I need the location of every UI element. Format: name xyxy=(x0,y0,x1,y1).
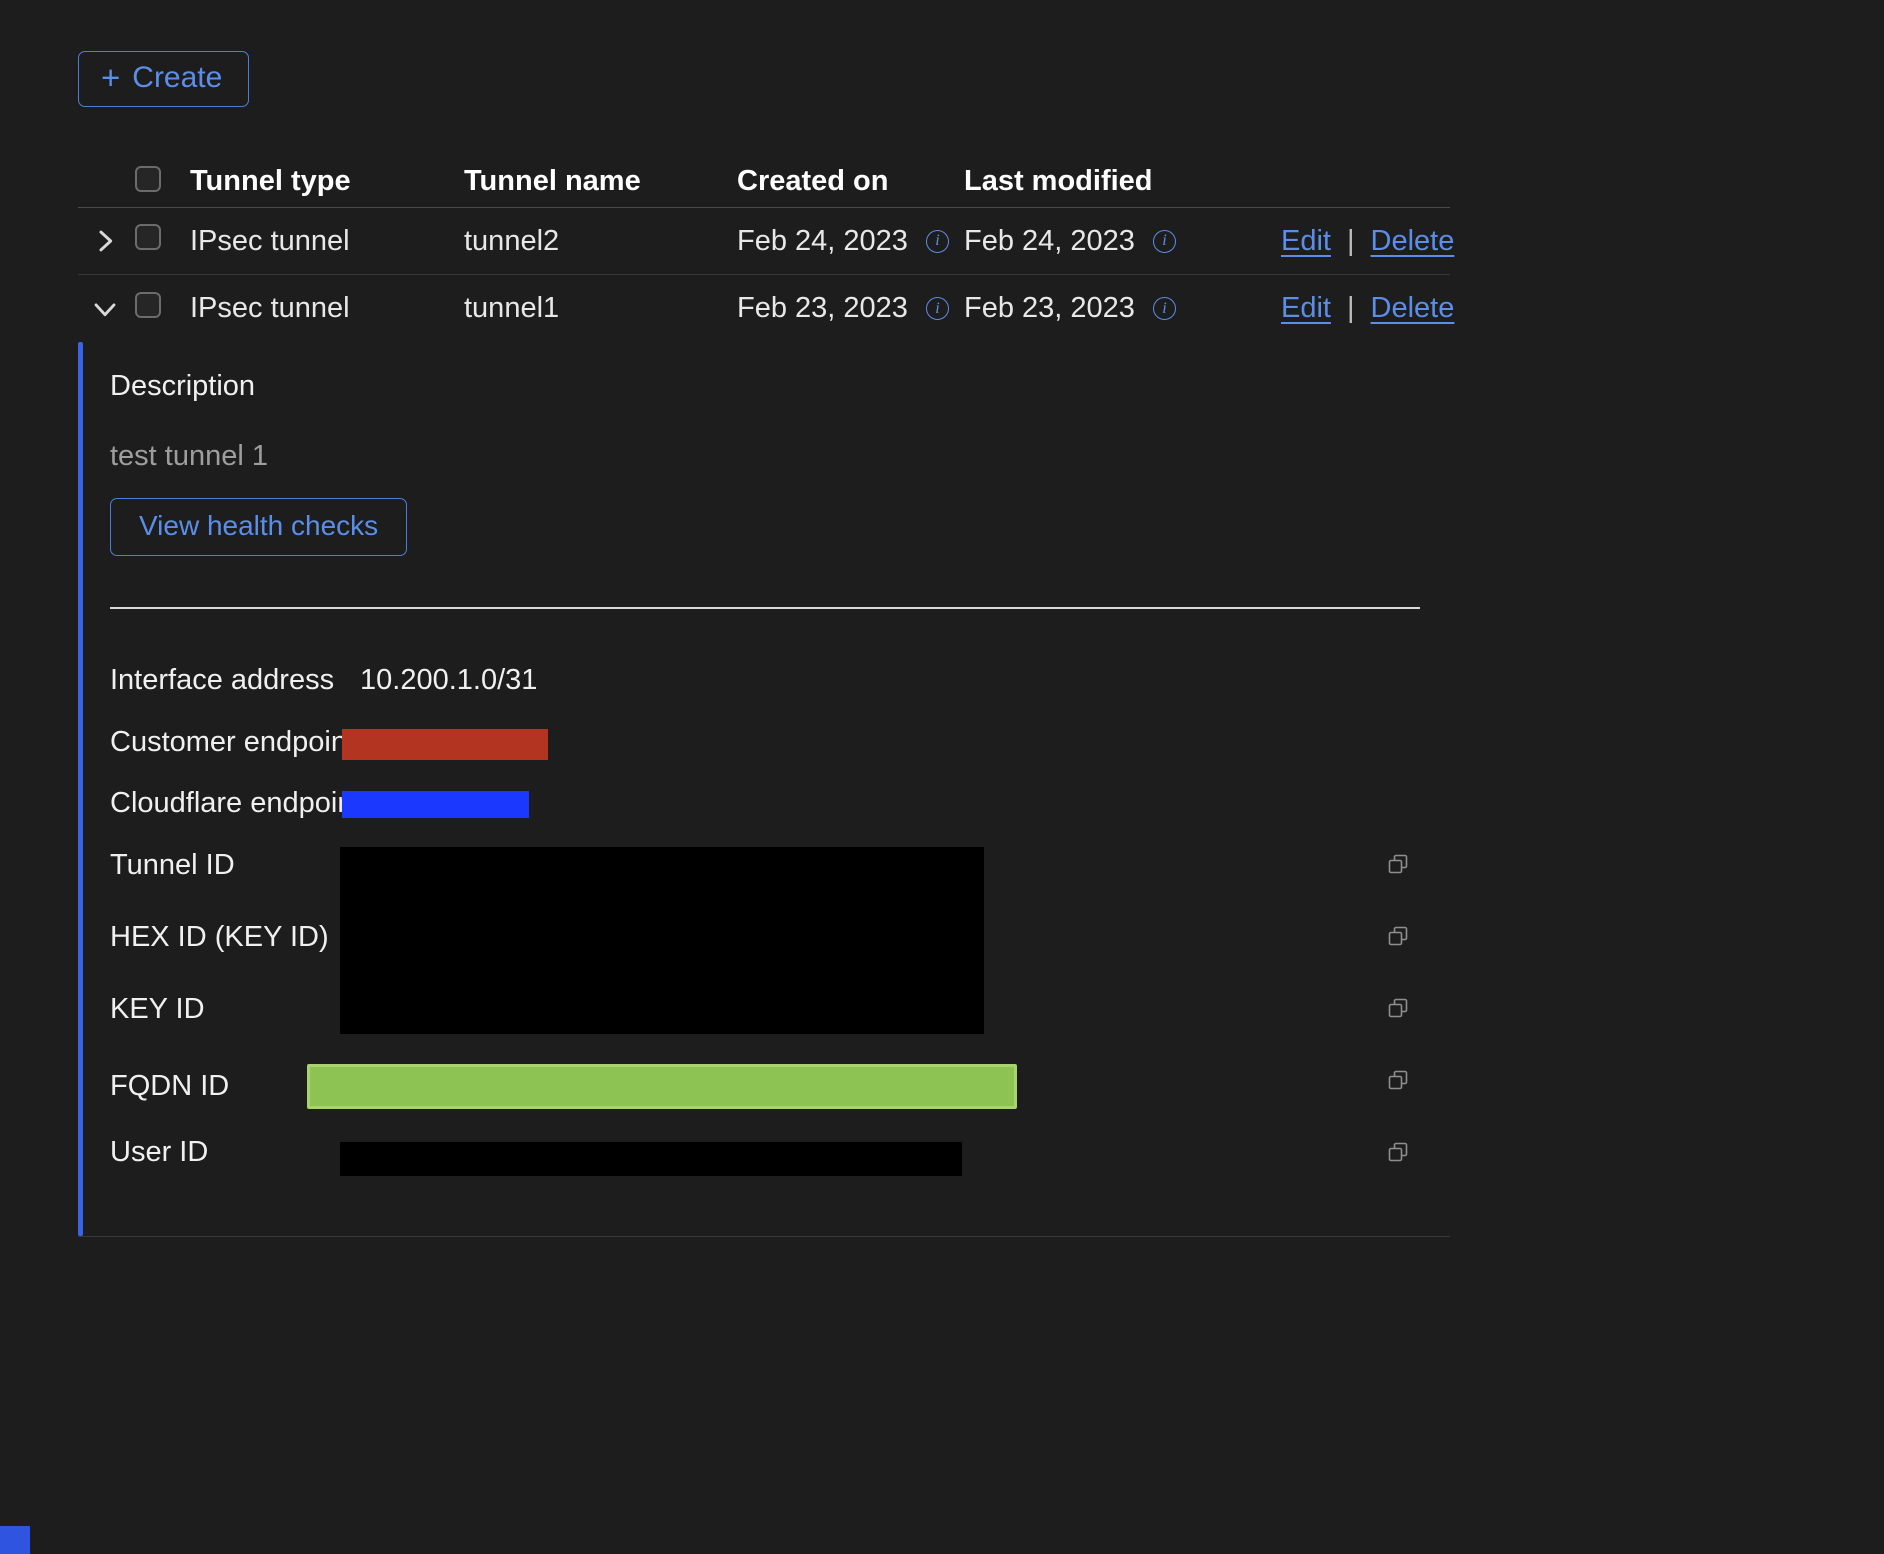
customer-endpoint-label: Customer endpoint xyxy=(110,726,355,759)
edit-link[interactable]: Edit xyxy=(1281,225,1331,258)
cloudflare-endpoint-redacted-value xyxy=(342,791,529,818)
interface-address-value: 10.200.1.0/31 xyxy=(360,664,537,697)
tunnels-table: Tunnel type Tunnel name Created on Last … xyxy=(78,155,1450,1237)
ids-redacted-value xyxy=(340,847,984,1034)
plus-icon: + xyxy=(101,61,120,94)
delete-link[interactable]: Delete xyxy=(1371,225,1455,258)
tunnel-details-panel: Description test tunnel 1 View health ch… xyxy=(78,342,1450,1237)
last-modified-cell: Feb 23, 2023 xyxy=(964,292,1135,325)
row-checkbox[interactable] xyxy=(135,224,161,250)
customer-endpoint-redacted-value xyxy=(342,729,548,760)
created-on-cell: Feb 24, 2023 xyxy=(737,225,908,258)
table-header-row: Tunnel type Tunnel name Created on Last … xyxy=(78,155,1450,208)
interface-address-label: Interface address xyxy=(110,664,334,697)
view-health-checks-button[interactable]: View health checks xyxy=(110,498,407,556)
fqdn-id-redacted-value xyxy=(307,1064,1017,1109)
copy-tunnel-id-icon[interactable] xyxy=(1386,852,1410,876)
user-id-redacted-value xyxy=(340,1142,962,1176)
column-header-last-modified: Last modified xyxy=(964,165,1281,198)
tunnels-page: + Create Tunnel type Tunnel name Created… xyxy=(0,0,1884,1237)
expand-chevron-right-icon[interactable] xyxy=(88,224,122,258)
actions-separator: | xyxy=(1347,292,1355,325)
table-row: IPsec tunnel tunnel1 Feb 23, 2023 i Feb … xyxy=(78,275,1450,342)
select-all-checkbox[interactable] xyxy=(135,166,161,192)
create-button[interactable]: + Create xyxy=(78,51,249,107)
copy-hex-id-icon[interactable] xyxy=(1386,924,1410,948)
info-icon[interactable]: i xyxy=(1153,297,1176,320)
last-modified-cell: Feb 24, 2023 xyxy=(964,225,1135,258)
user-id-label: User ID xyxy=(110,1136,208,1169)
actions-separator: | xyxy=(1347,225,1355,258)
column-header-created-on: Created on xyxy=(737,165,964,198)
tunnel-type-cell: IPsec tunnel xyxy=(190,292,464,325)
hex-id-label: HEX ID (KEY ID) xyxy=(110,921,329,954)
tunnel-type-cell: IPsec tunnel xyxy=(190,225,464,258)
panel-divider xyxy=(110,607,1420,609)
create-button-label: Create xyxy=(132,61,222,95)
delete-link[interactable]: Delete xyxy=(1371,292,1455,325)
row-checkbox[interactable] xyxy=(135,292,161,318)
key-id-label: KEY ID xyxy=(110,993,205,1026)
info-icon[interactable]: i xyxy=(926,230,949,253)
expanded-row-accent-bar xyxy=(78,342,83,1236)
tunnel-name-cell: tunnel1 xyxy=(464,292,737,325)
description-label: Description xyxy=(110,370,255,403)
tunnel-id-label: Tunnel ID xyxy=(110,849,235,882)
copy-user-id-icon[interactable] xyxy=(1386,1140,1410,1164)
created-on-cell: Feb 23, 2023 xyxy=(737,292,908,325)
column-header-tunnel-type: Tunnel type xyxy=(190,165,464,198)
edit-link[interactable]: Edit xyxy=(1281,292,1331,325)
copy-key-id-icon[interactable] xyxy=(1386,996,1410,1020)
fqdn-id-label: FQDN ID xyxy=(110,1070,229,1103)
info-icon[interactable]: i xyxy=(926,297,949,320)
collapse-chevron-down-icon[interactable] xyxy=(88,292,122,326)
description-text: test tunnel 1 xyxy=(110,440,268,473)
tunnel-name-cell: tunnel2 xyxy=(464,225,737,258)
table-row: IPsec tunnel tunnel2 Feb 24, 2023 i Feb … xyxy=(78,208,1450,275)
column-header-tunnel-name: Tunnel name xyxy=(464,165,737,198)
cloudflare-endpoint-label: Cloudflare endpoint xyxy=(110,787,362,820)
bottom-left-accent xyxy=(0,1526,30,1554)
copy-fqdn-id-icon[interactable] xyxy=(1386,1068,1410,1092)
info-icon[interactable]: i xyxy=(1153,230,1176,253)
